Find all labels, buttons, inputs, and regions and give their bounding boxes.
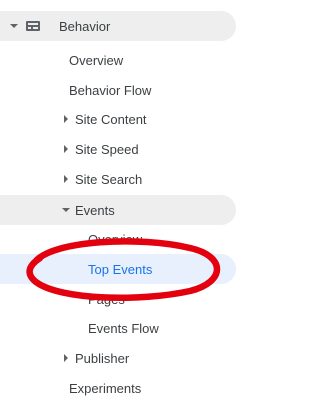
nav-label-events-flow: Events Flow <box>88 320 159 336</box>
nav-item-experiments[interactable]: Experiments <box>69 373 141 403</box>
nav-item-top-events[interactable]: Top Events <box>88 254 152 284</box>
behavior-icon <box>26 21 40 31</box>
nav-item-events-overview[interactable]: Overview <box>88 224 142 254</box>
nav-label-pages: Pages <box>88 291 125 307</box>
nav-item-behavior[interactable]: Behavior <box>0 11 236 41</box>
nav-item-overview[interactable]: Overview <box>69 45 123 75</box>
nav-item-pages[interactable]: Pages <box>88 284 125 314</box>
nav-item-events[interactable]: Events <box>0 195 236 225</box>
nav-item-site-content[interactable]: Site Content <box>0 104 236 134</box>
nav-item-publisher[interactable]: Publisher <box>0 343 236 373</box>
chevron-right-icon <box>64 175 68 183</box>
nav-label-experiments: Experiments <box>69 380 142 396</box>
nav-label-top-events: Top Events <box>88 261 153 277</box>
nav-label-site-speed: Site Speed <box>75 141 139 157</box>
nav-item-site-speed[interactable]: Site Speed <box>0 134 236 164</box>
chevron-down-icon <box>62 208 70 212</box>
chevron-right-icon <box>64 354 68 362</box>
chevron-right-icon <box>64 115 68 123</box>
chevron-down-icon <box>10 24 18 28</box>
chevron-right-icon <box>64 145 68 153</box>
nav-label-behavior: Behavior <box>59 18 111 34</box>
nav-label-events-overview: Overview <box>88 231 143 247</box>
nav-label-overview: Overview <box>69 52 124 68</box>
nav-item-site-search[interactable]: Site Search <box>0 164 236 194</box>
nav-label-publisher: Publisher <box>75 350 130 366</box>
nav-label-site-search: Site Search <box>75 171 143 187</box>
nav-item-events-flow[interactable]: Events Flow <box>88 313 159 343</box>
analytics-sidebar: Behavior Overview Behavior Flow Site Con… <box>0 0 245 406</box>
nav-label-behavior-flow: Behavior Flow <box>69 82 152 98</box>
nav-item-behavior-flow[interactable]: Behavior Flow <box>69 75 151 105</box>
nav-label-events: Events <box>75 202 115 218</box>
nav-label-site-content: Site Content <box>75 111 147 127</box>
